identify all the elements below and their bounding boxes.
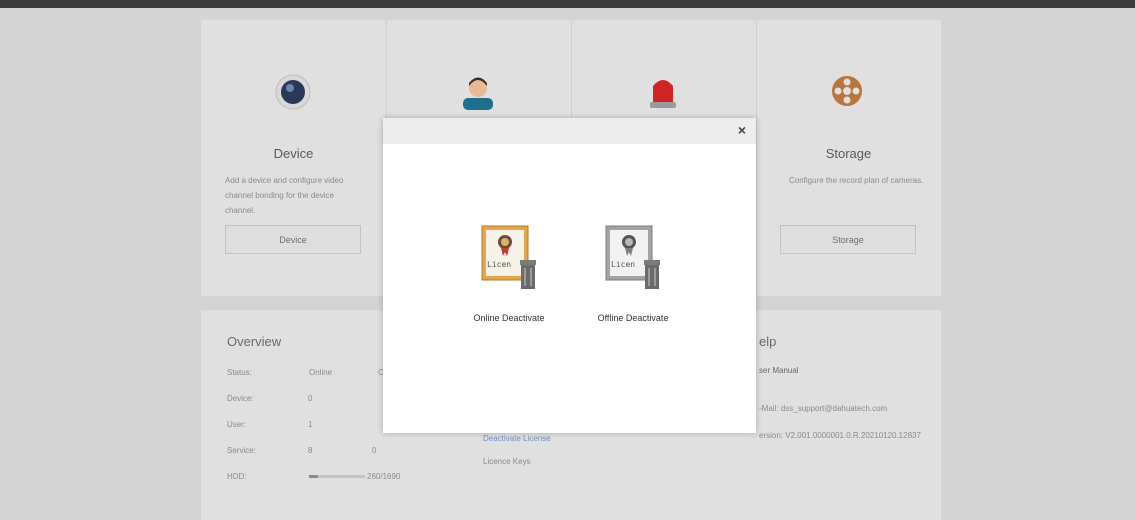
dialog-header: × (383, 118, 756, 144)
svg-text:Licen: Licen (611, 260, 635, 269)
online-deactivate-label: Online Deactivate (473, 313, 545, 323)
license-delete-offline-icon: Licen (605, 225, 660, 289)
online-deactivate-option[interactable]: Licen Online Deactivate (459, 222, 559, 323)
close-icon[interactable]: × (738, 122, 746, 138)
offline-deactivate-label: Offline Deactivate (597, 313, 669, 323)
deactivate-dialog: × Licen Online Deactivate Licen Offline … (383, 118, 756, 433)
svg-text:Licen: Licen (487, 260, 511, 269)
license-delete-icon: Licen (481, 225, 536, 289)
offline-deactivate-option[interactable]: Licen Offline Deactivate (583, 222, 683, 323)
